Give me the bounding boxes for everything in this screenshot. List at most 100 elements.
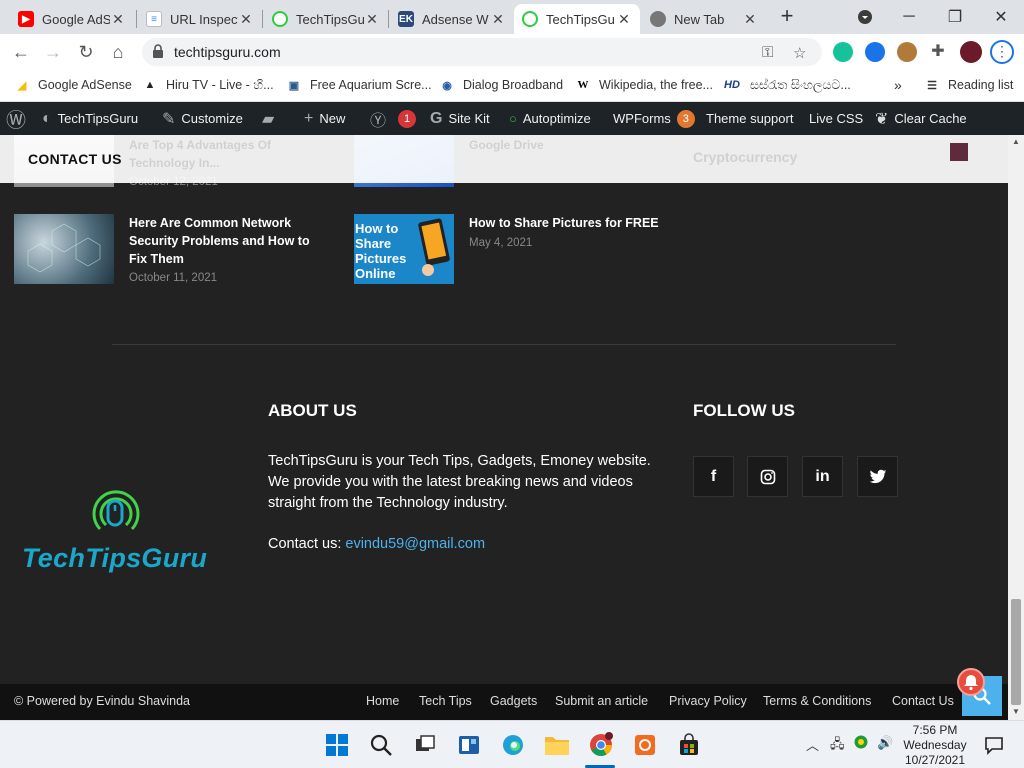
tab-search-icon[interactable]	[842, 0, 888, 34]
contact-email-link[interactable]: evindu59@gmail.com	[345, 536, 485, 552]
post-card-network-security[interactable]: Here Are Common Network Security Problem…	[14, 214, 334, 294]
system-clock[interactable]: 7:56 PM Wednesday 10/27/2021	[900, 723, 970, 768]
contact-us-menu[interactable]: CONTACT US	[28, 151, 122, 167]
store-icon[interactable]	[675, 731, 703, 759]
facebook-button[interactable]: f	[693, 456, 734, 497]
close-icon[interactable]: ✕	[616, 11, 632, 28]
home-button[interactable]: ⌂	[106, 40, 130, 64]
extensions-puzzle-icon[interactable]: ✚	[926, 40, 950, 64]
scroll-up-icon[interactable]: ▲	[1012, 137, 1020, 146]
footer-link-gadgets[interactable]: Gadgets	[490, 694, 537, 708]
security-shield-icon[interactable]	[854, 735, 868, 752]
chrome-menu-icon[interactable]: ⋮	[990, 40, 1014, 64]
wp-admin-bar: Ⓦ ◐ TechTipsGuru ✎ Customize ▰ + New Ⓨ 1…	[0, 102, 1024, 135]
tab-techtipsguru-active[interactable]: TechTipsGu ✕	[514, 4, 640, 34]
close-icon[interactable]: ✕	[238, 11, 254, 28]
page-scrollbar[interactable]: ▲ ▼	[1008, 135, 1024, 720]
post-title[interactable]: Here Are Common Network Security Problem…	[129, 214, 319, 268]
admin-clear-cache[interactable]: ❦ Clear Cache	[875, 102, 967, 135]
bookmark-wikipedia[interactable]: W Wikipedia, the free...	[575, 77, 713, 93]
restore-button[interactable]: ❐	[932, 0, 978, 34]
notification-center-icon[interactable]	[980, 731, 1008, 759]
app-orange-icon[interactable]	[631, 731, 659, 759]
close-icon[interactable]: ✕	[742, 11, 758, 28]
bookmarks-bar: ◢ Google AdSense ▲ Hiru TV - Live - හි..…	[0, 70, 1024, 102]
twitter-button[interactable]	[857, 456, 898, 497]
tab-new-tab[interactable]: New Tab ✕	[642, 4, 766, 34]
tab-google-adsense[interactable]: ▶ Google AdS ✕	[10, 4, 134, 34]
file-explorer-icon[interactable]	[543, 731, 571, 759]
forward-button[interactable]: →	[41, 40, 65, 64]
back-button[interactable]: ←	[9, 40, 33, 64]
post-thumbnail-small[interactable]	[950, 143, 968, 161]
footer-link-terms[interactable]: Terms & Conditions	[763, 694, 871, 708]
notification-bell-button[interactable]	[957, 668, 985, 696]
task-view-icon[interactable]	[411, 731, 439, 759]
close-icon[interactable]: ✕	[110, 11, 126, 28]
bookmark-star-icon[interactable]: ☆	[793, 44, 806, 62]
bookmark-hiru-tv[interactable]: ▲ Hiru TV - Live - හි...	[142, 77, 274, 93]
instagram-icon	[760, 469, 775, 484]
admin-site-name[interactable]: ◐ TechTipsGuru	[42, 102, 138, 135]
start-windows-icon[interactable]	[323, 731, 351, 759]
bookmarks-overflow[interactable]: »	[894, 77, 902, 93]
admin-wpforms[interactable]: WPForms 3	[613, 102, 695, 135]
logo-mouse-icon	[92, 490, 140, 531]
footer-link-contact-us[interactable]: Contact Us	[892, 694, 954, 708]
scrollbar-thumb[interactable]	[1011, 599, 1021, 705]
grammarly-icon[interactable]	[833, 42, 853, 62]
admin-comments[interactable]: ▰	[262, 102, 280, 135]
volume-icon[interactable]: 🔊	[877, 735, 893, 751]
network-icon[interactable]: 🖧	[830, 735, 845, 757]
bookmark-google-adsense[interactable]: ◢ Google AdSense	[14, 77, 132, 93]
admin-site-kit[interactable]: G Site Kit	[430, 102, 490, 135]
close-window-button[interactable]: ✕	[978, 0, 1024, 34]
address-bar[interactable]: techtipsguru.com ⚿ ☆	[142, 38, 822, 66]
close-icon[interactable]: ✕	[490, 11, 506, 28]
youtube-icon: ▶	[18, 11, 34, 27]
admin-yoast[interactable]: Ⓨ 1	[370, 102, 417, 135]
extension-globe-icon[interactable]	[865, 42, 885, 62]
yoast-icon: Ⓨ	[370, 112, 387, 130]
admin-live-css[interactable]: Live CSS	[809, 102, 863, 135]
techtipsguru-icon	[522, 11, 538, 27]
new-tab-button[interactable]: +	[776, 5, 798, 28]
tab-title: TechTipsGu	[296, 11, 364, 27]
tab-url-inspect[interactable]: ≡ URL Inspect ✕	[138, 4, 262, 34]
edge-icon[interactable]	[499, 731, 527, 759]
bookmark-sinhala[interactable]: HD සස්රැත සිංහලයට...	[722, 77, 851, 93]
footer-link-submit-article[interactable]: Submit an article	[555, 694, 648, 708]
reading-list[interactable]: ☰ Reading list	[924, 77, 1013, 93]
instagram-button[interactable]	[747, 456, 788, 497]
cookie-icon[interactable]	[897, 42, 917, 62]
admin-autoptimize[interactable]: ○ Autoptimize	[509, 102, 591, 135]
post-title[interactable]: How to Share Pictures for FREE	[469, 214, 669, 232]
chrome-taskbar-icon[interactable]	[587, 731, 615, 759]
admin-theme-support[interactable]: Theme support	[706, 102, 793, 135]
wordpress-logo[interactable]: Ⓦ	[6, 102, 32, 135]
scroll-down-icon[interactable]: ▼	[1012, 707, 1020, 716]
taskbar-search-icon[interactable]	[367, 731, 395, 759]
post-thumbnail[interactable]: How to Share Pictures Online	[354, 214, 454, 284]
admin-customize[interactable]: ✎ Customize	[162, 102, 243, 135]
tab-techtipsguru-1[interactable]: TechTipsGu ✕	[264, 4, 388, 34]
footer-link-tech-tips[interactable]: Tech Tips	[419, 694, 472, 708]
bookmark-aquarium[interactable]: ▣ Free Aquarium Scre...	[286, 77, 432, 93]
linkedin-button[interactable]: in	[802, 456, 843, 497]
post-card-share-pictures[interactable]: How to Share Pictures Online How to Shar…	[354, 214, 674, 294]
footer-logo[interactable]: TechTipsGuru	[22, 485, 212, 580]
admin-new[interactable]: + New	[304, 102, 345, 135]
bookmark-dialog[interactable]: ◉ Dialog Broadband	[439, 77, 563, 93]
key-icon[interactable]: ⚿	[762, 44, 773, 61]
post-thumbnail[interactable]	[14, 214, 114, 284]
profile-avatar[interactable]	[960, 41, 982, 63]
widgets-icon[interactable]	[455, 731, 483, 759]
footer-link-privacy-policy[interactable]: Privacy Policy	[669, 694, 747, 708]
minimize-button[interactable]: ─	[886, 0, 932, 34]
footer-link-home[interactable]: Home	[366, 694, 399, 708]
reload-button[interactable]: ↻	[74, 40, 98, 64]
tab-title: Adsense W	[422, 11, 489, 27]
tray-chevron-icon[interactable]: ︿	[806, 735, 819, 754]
close-icon[interactable]: ✕	[364, 11, 380, 28]
tab-adsense-w[interactable]: EK Adsense W ✕	[390, 4, 514, 34]
